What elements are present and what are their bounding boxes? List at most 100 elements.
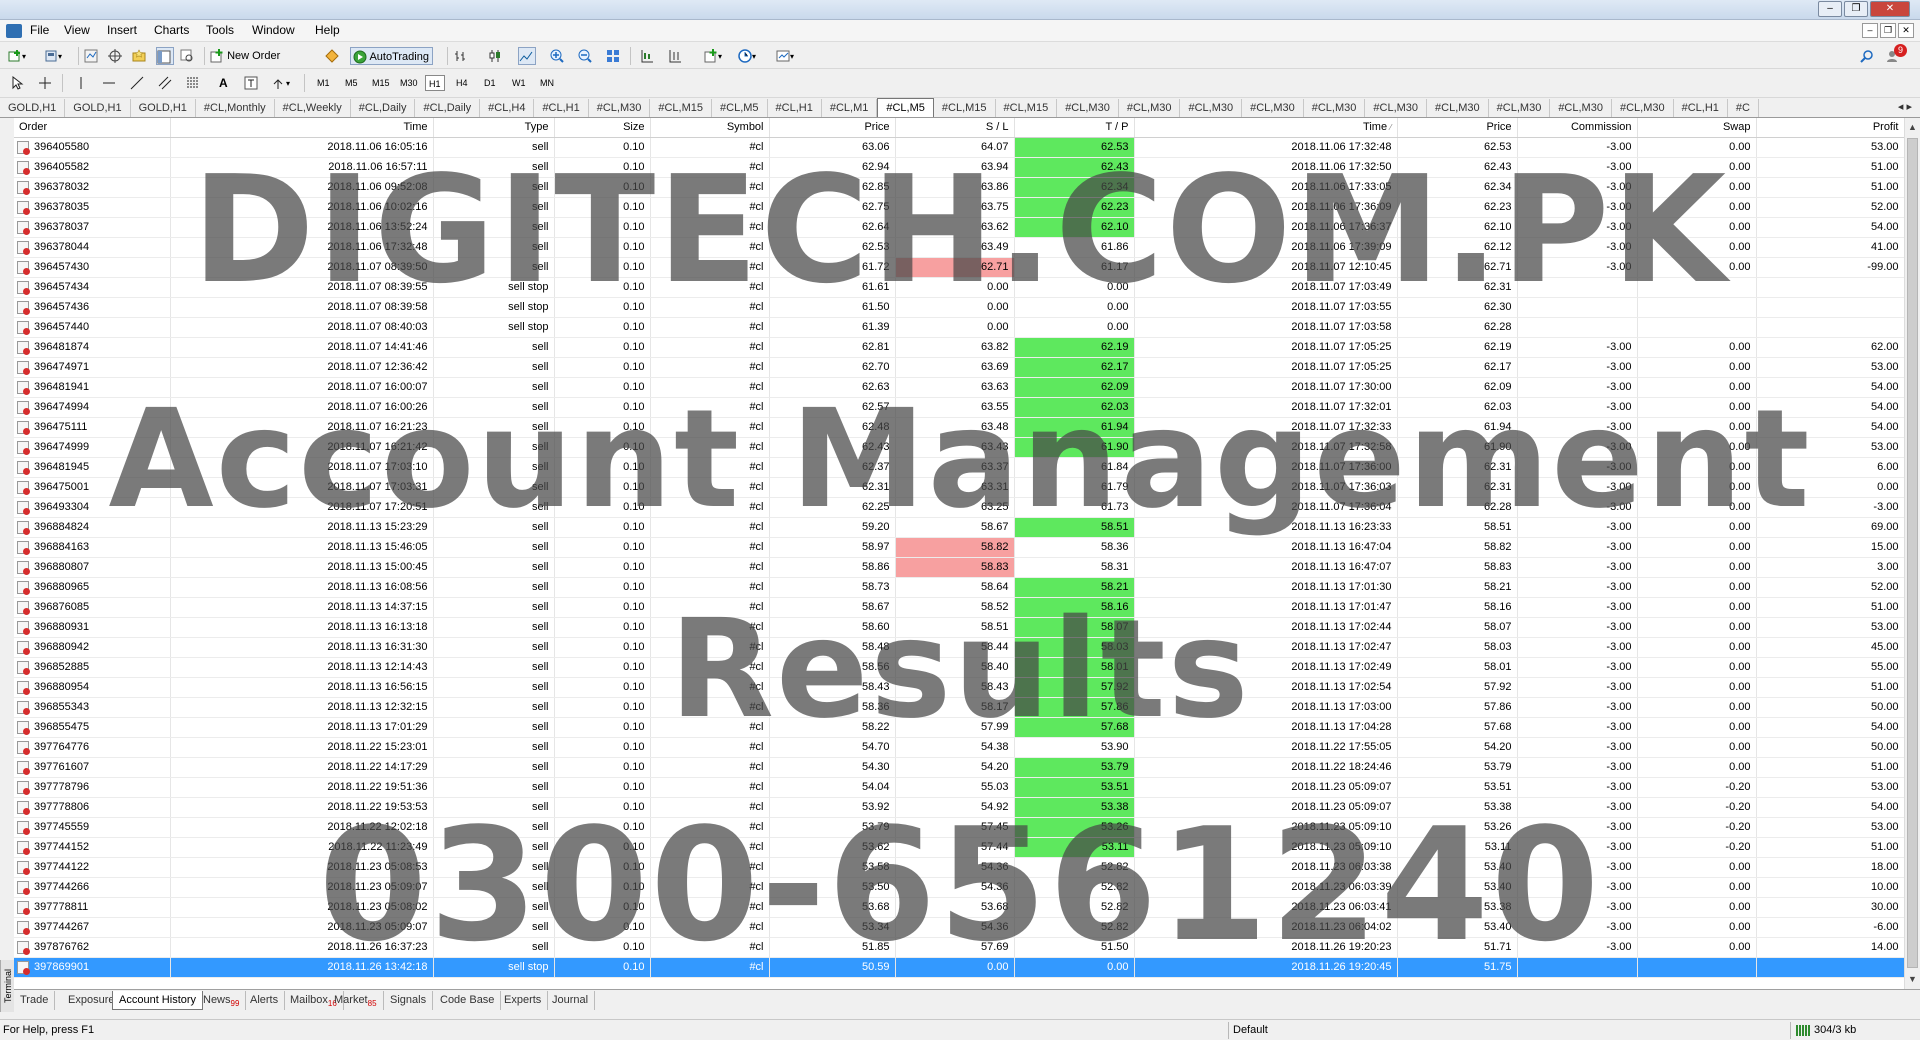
- column-header-open-price[interactable]: Price: [769, 118, 896, 138]
- chart-tabs-scroll-arrows[interactable]: ◂ ▸: [1889, 98, 1920, 117]
- table-row[interactable]: 396474994 2018.11.07 16:00:26 sell 0.10 #cl 6…: [14, 397, 1904, 418]
- channel-tool-button[interactable]: [158, 74, 176, 92]
- timeframe-m5[interactable]: M5: [342, 75, 361, 91]
- tab-news[interactable]: News99: [197, 991, 247, 1010]
- table-row[interactable]: 396880942 2018.11.13 16:31:30 sell 0.10 #cl 5…: [14, 637, 1904, 658]
- trendline-tool-button[interactable]: [130, 74, 148, 92]
- chart-tab[interactable]: #CL,M30: [1365, 99, 1428, 117]
- table-row[interactable]: 396493304 2018.11.07 17:20:51 sell 0.10 #cl 6…: [14, 497, 1904, 518]
- templates-button[interactable]: ▾: [776, 47, 794, 65]
- bar-chart-button[interactable]: [454, 47, 472, 65]
- table-row[interactable]: 396474999 2018.11.07 16:21:42 sell 0.10 #cl 6…: [14, 437, 1904, 458]
- crosshair-tool-button[interactable]: [38, 74, 56, 92]
- chart-tab[interactable]: #CL,M30: [1304, 99, 1366, 117]
- fibonacci-tool-button[interactable]: [186, 74, 204, 92]
- menu-charts[interactable]: Charts: [150, 23, 193, 37]
- chart-tab[interactable]: #CL,M5: [877, 98, 934, 117]
- scroll-down-icon[interactable]: ▼: [1908, 974, 1917, 984]
- timeframe-m15[interactable]: M15: [369, 75, 393, 91]
- metaeditor-button[interactable]: [325, 47, 343, 65]
- zoom-out-button[interactable]: [578, 47, 596, 65]
- timeframe-d1[interactable]: D1: [481, 75, 499, 91]
- vertical-line-tool-button[interactable]: [74, 74, 92, 92]
- table-row[interactable]: 397869901 2018.11.26 13:42:18 sell stop 0.1…: [14, 957, 1904, 978]
- zoom-in-button[interactable]: [550, 47, 568, 65]
- chart-tab[interactable]: #CL,M30: [1057, 99, 1119, 117]
- table-row[interactable]: 396457436 2018.11.07 08:39:58 sell stop 0.1…: [14, 297, 1904, 318]
- menu-insert[interactable]: Insert: [103, 23, 141, 37]
- menu-window[interactable]: Window: [248, 23, 299, 37]
- table-row[interactable]: 396475001 2018.11.07 17:03:31 sell 0.10 #cl 6…: [14, 477, 1904, 498]
- menu-help[interactable]: Help: [311, 23, 344, 37]
- navigator-button[interactable]: [132, 47, 150, 65]
- chart-tab[interactable]: #CL,M30: [1119, 99, 1181, 117]
- column-header-close-price[interactable]: Price: [1397, 118, 1518, 138]
- table-row[interactable]: 397745559 2018.11.22 12:02:18 sell 0.10 #cl 5…: [14, 817, 1904, 838]
- table-row[interactable]: 396481945 2018.11.07 17:03:10 sell 0.10 #cl 6…: [14, 457, 1904, 478]
- column-header-swap[interactable]: Swap: [1637, 118, 1757, 138]
- indicators-button[interactable]: ▾: [704, 47, 722, 65]
- chart-tab[interactable]: #CL,H1: [768, 99, 822, 117]
- line-chart-button[interactable]: [518, 47, 536, 65]
- periods-button[interactable]: ▾: [738, 47, 756, 65]
- table-row[interactable]: 396884163 2018.11.13 15:46:05 sell 0.10 #cl 5…: [14, 537, 1904, 558]
- notifications-button[interactable]: 9: [1886, 44, 1908, 65]
- chart-tab[interactable]: #CL,M1: [822, 99, 878, 117]
- table-row[interactable]: 396457440 2018.11.07 08:40:03 sell stop 0.1…: [14, 317, 1904, 338]
- table-row[interactable]: 396475111 2018.11.07 16:21:23 sell 0.10 #cl 6…: [14, 417, 1904, 438]
- table-row[interactable]: 396880965 2018.11.13 16:08:56 sell 0.10 #cl 5…: [14, 577, 1904, 598]
- chart-tab[interactable]: #CL,Weekly: [275, 99, 351, 117]
- column-header-order[interactable]: Order: [14, 118, 171, 138]
- tab-market[interactable]: Market85: [328, 991, 384, 1010]
- timeframe-h1[interactable]: H1: [425, 75, 445, 91]
- scroll-up-icon[interactable]: ▲: [1908, 122, 1917, 132]
- table-row[interactable]: 396378037 2018.11.06 13:52:24 sell 0.10 #cl 6…: [14, 217, 1904, 238]
- chart-tab[interactable]: #CL,H4: [480, 99, 535, 117]
- table-row[interactable]: 396852885 2018.11.13 12:14:43 sell 0.10 #cl 5…: [14, 657, 1904, 678]
- table-row[interactable]: 396378044 2018.11.06 17:32:48 sell 0.10 #cl 6…: [14, 237, 1904, 258]
- text-label-tool-button[interactable]: [244, 74, 262, 92]
- auto-scroll-button[interactable]: [668, 47, 686, 65]
- column-header-size[interactable]: Size: [554, 118, 651, 138]
- tab-experts[interactable]: Experts: [498, 991, 549, 1010]
- menu-tools[interactable]: Tools: [202, 23, 238, 37]
- table-row[interactable]: 397876762 2018.11.26 16:37:23 sell 0.10 #cl 5…: [14, 937, 1904, 958]
- table-row[interactable]: 396405580 2018.11.06 16:05:16 sell 0.10 #cl 6…: [14, 137, 1904, 158]
- table-row[interactable]: 396378032 2018.11.06 09:52:08 sell 0.10 #cl 6…: [14, 177, 1904, 198]
- table-row[interactable]: 396855475 2018.11.13 17:01:29 sell 0.10 #cl 5…: [14, 717, 1904, 738]
- column-header-profit[interactable]: Profit: [1756, 118, 1904, 138]
- timeframe-m30[interactable]: M30: [397, 75, 421, 91]
- text-tool-button[interactable]: A: [216, 74, 234, 92]
- close-button[interactable]: ✕: [1870, 1, 1910, 17]
- column-header-type[interactable]: Type: [433, 118, 555, 138]
- table-row[interactable]: 396880807 2018.11.13 15:00:45 sell 0.10 #cl 5…: [14, 557, 1904, 578]
- table-row[interactable]: 397744266 2018.11.23 05:09:07 sell 0.10 #cl 5…: [14, 877, 1904, 898]
- chart-tab[interactable]: #CL,Daily: [351, 99, 416, 117]
- table-row[interactable]: 396880954 2018.11.13 16:56:15 sell 0.10 #cl 5…: [14, 677, 1904, 698]
- new-chart-button[interactable]: ▾: [8, 47, 26, 65]
- table-row[interactable]: 396880931 2018.11.13 16:13:18 sell 0.10 #cl 5…: [14, 617, 1904, 638]
- cursor-tool-button[interactable]: [10, 74, 28, 92]
- mdi-minimize-button[interactable]: –: [1862, 23, 1878, 38]
- chart-tab[interactable]: #CL,M5: [712, 99, 768, 117]
- table-row[interactable]: 397744152 2018.11.22 11:23:49 sell 0.10 #cl 5…: [14, 837, 1904, 858]
- table-row[interactable]: 397744267 2018.11.23 05:09:07 sell 0.10 #cl 5…: [14, 917, 1904, 938]
- profiles-button[interactable]: ▾: [44, 47, 62, 65]
- market-watch-button[interactable]: [84, 47, 102, 65]
- timeframe-mn[interactable]: MN: [537, 75, 557, 91]
- table-row[interactable]: 396855343 2018.11.13 12:32:15 sell 0.10 #cl 5…: [14, 697, 1904, 718]
- table-row[interactable]: 396378035 2018.11.06 10:02:16 sell 0.10 #cl 6…: [14, 197, 1904, 218]
- data-window-button[interactable]: [108, 47, 126, 65]
- column-header-take-profit[interactable]: T / P: [1014, 118, 1135, 138]
- chart-tab[interactable]: GOLD,H1: [65, 99, 131, 117]
- table-row[interactable]: 396481874 2018.11.07 14:41:46 sell 0.10 #cl 6…: [14, 337, 1904, 358]
- chart-tab[interactable]: #CL,M30: [589, 99, 651, 117]
- timeframe-m1[interactable]: M1: [314, 75, 333, 91]
- autotrading-button[interactable]: AutoTrading: [350, 47, 433, 65]
- table-row[interactable]: 397778796 2018.11.22 19:51:36 sell 0.10 #cl 5…: [14, 777, 1904, 798]
- menu-view[interactable]: View: [60, 23, 94, 37]
- tab-signals[interactable]: Signals: [384, 991, 434, 1010]
- chart-tab[interactable]: GOLD,H1: [0, 99, 66, 117]
- tab-code-base[interactable]: Code Base: [434, 991, 502, 1010]
- chart-tab[interactable]: #CL,M15: [996, 99, 1058, 117]
